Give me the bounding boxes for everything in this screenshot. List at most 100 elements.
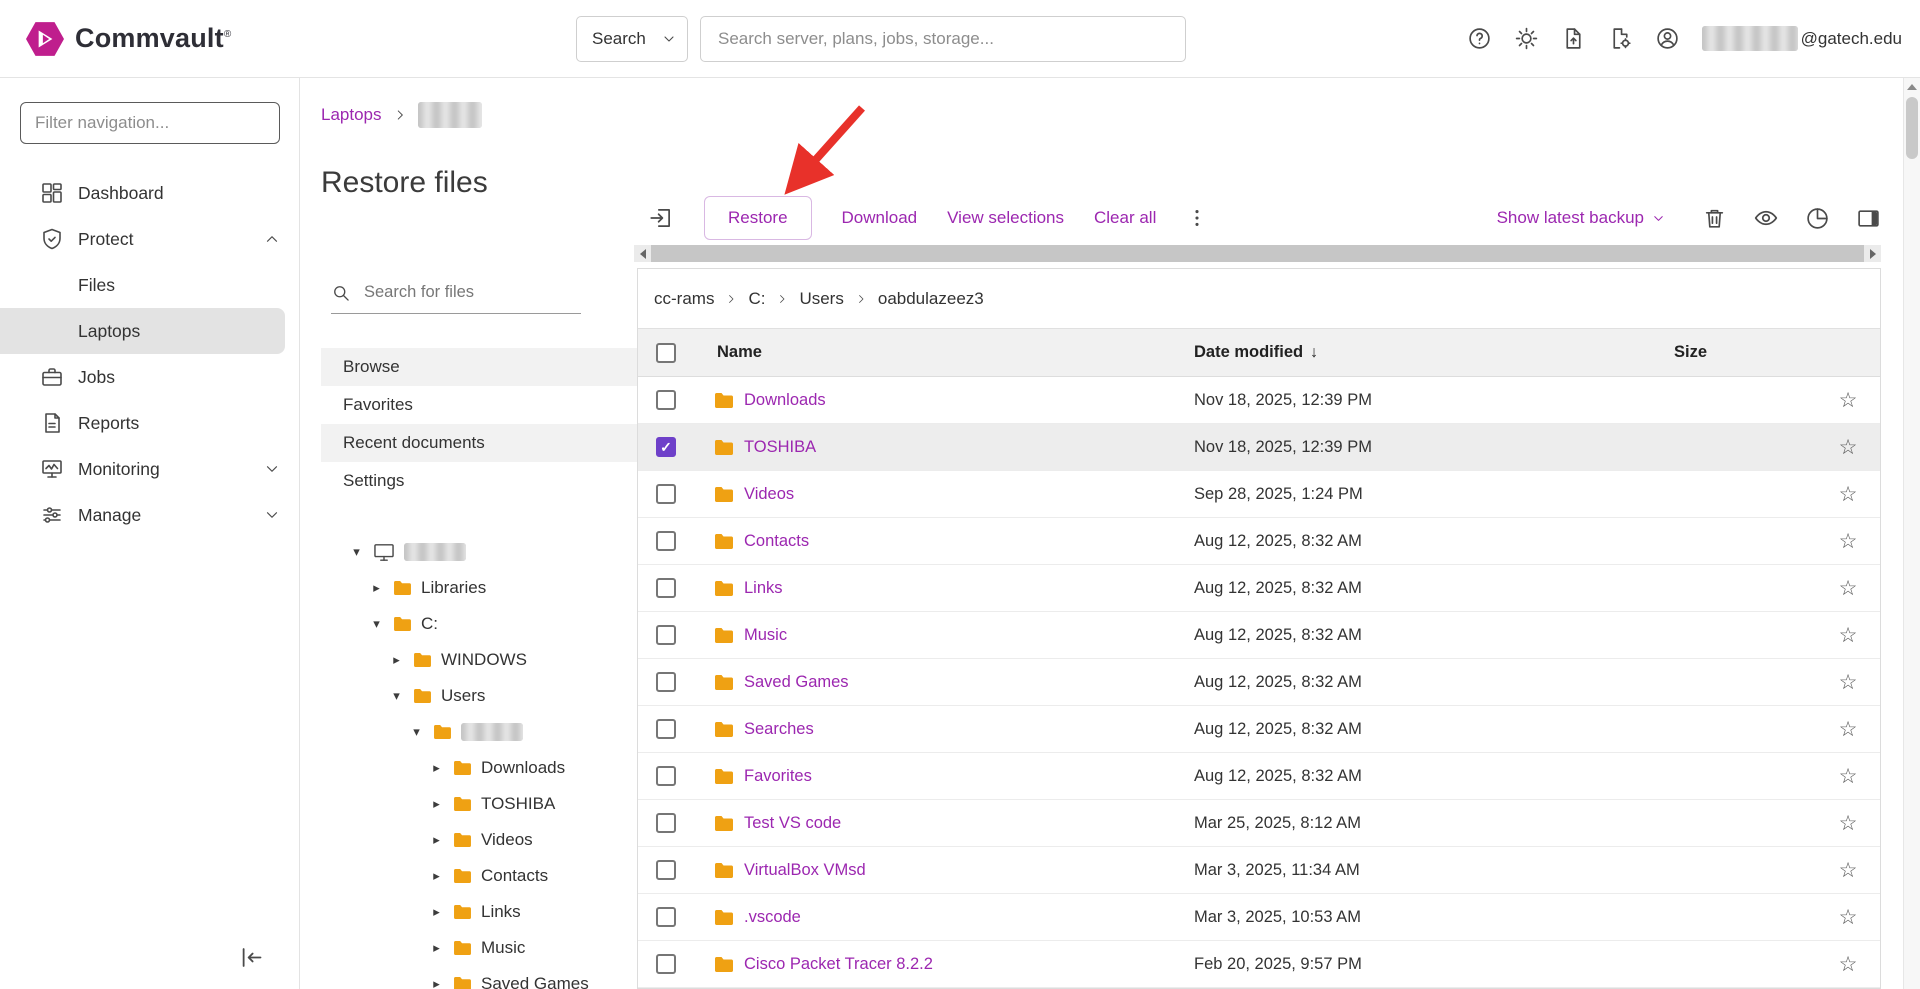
- sidebar-item-dashboard[interactable]: Dashboard: [0, 170, 299, 216]
- file-name-link[interactable]: Videos: [744, 485, 794, 504]
- scroll-up-icon[interactable]: [1904, 78, 1920, 95]
- file-row[interactable]: Favorites Aug 12, 2025, 8:32 AM: [638, 753, 1880, 800]
- tree-expand-icon[interactable]: [389, 688, 404, 704]
- scroll-right-icon[interactable]: [1864, 245, 1881, 262]
- file-search-input[interactable]: [362, 282, 581, 303]
- tree-node[interactable]: Libraries: [321, 570, 637, 606]
- search-scope-select[interactable]: Search: [576, 16, 688, 62]
- file-row[interactable]: Videos Sep 28, 2025, 1:24 PM: [638, 471, 1880, 518]
- collapse-sidebar-icon[interactable]: [234, 940, 269, 975]
- favorite-star-icon[interactable]: [1816, 717, 1880, 742]
- file-row[interactable]: TOSHIBA Nov 18, 2025, 12:39 PM: [638, 424, 1880, 471]
- show-latest-backup-dropdown[interactable]: Show latest backup: [1491, 207, 1672, 229]
- tree-node[interactable]: TOSHIBA: [321, 786, 637, 822]
- row-checkbox[interactable]: [656, 813, 676, 833]
- column-name[interactable]: Name: [694, 343, 1194, 362]
- file-row[interactable]: VirtualBox VMsd Mar 3, 2025, 11:34 AM: [638, 847, 1880, 894]
- row-checkbox[interactable]: [656, 437, 676, 457]
- row-checkbox[interactable]: [656, 907, 676, 927]
- tree-node[interactable]: Music: [321, 930, 637, 966]
- path-segment[interactable]: oabdulazeez3: [878, 289, 984, 309]
- tree-node[interactable]: WINDOWS: [321, 642, 637, 678]
- sidebar-item-jobs[interactable]: Jobs: [0, 354, 299, 400]
- file-name-link[interactable]: Contacts: [744, 532, 809, 551]
- vertical-scroll-thumb[interactable]: [1906, 97, 1918, 159]
- sidebar-item-reports[interactable]: Reports: [0, 400, 299, 446]
- tree-node[interactable]: Videos: [321, 822, 637, 858]
- tree-node[interactable]: Saved Games: [321, 966, 637, 989]
- row-checkbox[interactable]: [656, 578, 676, 598]
- tree-expand-icon[interactable]: [429, 796, 444, 812]
- favorite-star-icon[interactable]: [1816, 388, 1880, 413]
- file-name-link[interactable]: Links: [744, 579, 783, 598]
- favorite-star-icon[interactable]: [1816, 670, 1880, 695]
- column-size[interactable]: Size: [1674, 343, 1816, 362]
- tree-node[interactable]: Users: [321, 678, 637, 714]
- file-row[interactable]: Test VS code Mar 25, 2025, 8:12 AM: [638, 800, 1880, 847]
- sidebar-item-files[interactable]: Files: [0, 262, 299, 308]
- file-row[interactable]: Searches Aug 12, 2025, 8:32 AM: [638, 706, 1880, 753]
- sidebar-item-monitoring[interactable]: Monitoring: [0, 446, 299, 492]
- download-button[interactable]: Download: [842, 208, 918, 228]
- global-search-input[interactable]: [700, 16, 1186, 62]
- browser-nav-item[interactable]: Favorites: [321, 386, 637, 424]
- tree-expand-icon[interactable]: [429, 940, 444, 956]
- file-name-link[interactable]: Saved Games: [744, 673, 849, 692]
- tree-node[interactable]: [321, 534, 637, 570]
- horizontal-scroll-thumb[interactable]: [651, 245, 1864, 262]
- tree-node[interactable]: Downloads: [321, 750, 637, 786]
- view-selections-button[interactable]: View selections: [947, 208, 1064, 228]
- account-icon[interactable]: [1655, 26, 1680, 51]
- tree-expand-icon[interactable]: [429, 868, 444, 884]
- horizontal-scrollbar[interactable]: [634, 245, 1881, 262]
- file-name-link[interactable]: TOSHIBA: [744, 438, 816, 457]
- tree-node[interactable]: Links: [321, 894, 637, 930]
- tree-expand-icon[interactable]: [369, 580, 384, 596]
- select-all-checkbox[interactable]: [656, 343, 676, 363]
- file-name-link[interactable]: Test VS code: [744, 814, 841, 833]
- file-name-link[interactable]: Downloads: [744, 391, 826, 410]
- file-name-link[interactable]: Cisco Packet Tracer 8.2.2: [744, 955, 933, 974]
- file-row[interactable]: Downloads Nov 18, 2025, 12:39 PM: [638, 377, 1880, 424]
- chevron-down-icon[interactable]: [263, 506, 281, 524]
- file-name-link[interactable]: .vscode: [744, 908, 801, 927]
- column-date-modified[interactable]: Date modified ↓: [1194, 343, 1674, 362]
- chevron-down-icon[interactable]: [263, 460, 281, 478]
- file-row[interactable]: Saved Games Aug 12, 2025, 8:32 AM: [638, 659, 1880, 706]
- sidebar-item-protect[interactable]: Protect: [0, 216, 299, 262]
- sidebar-item-laptops[interactable]: Laptops: [0, 308, 285, 354]
- clear-all-button[interactable]: Clear all: [1094, 208, 1156, 228]
- favorite-star-icon[interactable]: [1816, 623, 1880, 648]
- file-name-link[interactable]: Searches: [744, 720, 814, 739]
- tree-expand-icon[interactable]: [409, 724, 424, 740]
- row-checkbox[interactable]: [656, 390, 676, 410]
- commvault-logo[interactable]: Commvault®: [26, 20, 231, 58]
- favorite-star-icon[interactable]: [1816, 435, 1880, 460]
- file-row[interactable]: .vscode Mar 3, 2025, 10:53 AM: [638, 894, 1880, 941]
- browser-nav-item[interactable]: Settings: [321, 462, 637, 500]
- tree-expand-icon[interactable]: [389, 652, 404, 668]
- tree-expand-icon[interactable]: [429, 904, 444, 920]
- file-name-link[interactable]: Favorites: [744, 767, 812, 786]
- file-name-link[interactable]: Music: [744, 626, 787, 645]
- favorite-star-icon[interactable]: [1816, 576, 1880, 601]
- path-segment[interactable]: C:: [748, 289, 765, 309]
- favorite-star-icon[interactable]: [1816, 811, 1880, 836]
- breadcrumb-laptops-link[interactable]: Laptops: [321, 105, 382, 125]
- path-segment[interactable]: Users: [799, 289, 843, 309]
- path-segment[interactable]: cc-rams: [654, 289, 714, 309]
- document-gear-icon[interactable]: [1608, 26, 1633, 51]
- row-checkbox[interactable]: [656, 860, 676, 880]
- enter-folder-icon[interactable]: [648, 205, 674, 231]
- file-name-link[interactable]: VirtualBox VMsd: [744, 861, 866, 880]
- chevron-up-icon[interactable]: [263, 230, 281, 248]
- browser-nav-item[interactable]: Recent documents: [321, 424, 637, 462]
- tree-expand-icon[interactable]: [349, 544, 364, 560]
- row-checkbox[interactable]: [656, 484, 676, 504]
- browser-nav-item[interactable]: Browse: [321, 348, 637, 386]
- favorite-star-icon[interactable]: [1816, 529, 1880, 554]
- tree-expand-icon[interactable]: [429, 832, 444, 848]
- favorite-star-icon[interactable]: [1816, 482, 1880, 507]
- filter-navigation-input[interactable]: [20, 102, 280, 144]
- tree-node[interactable]: Contacts: [321, 858, 637, 894]
